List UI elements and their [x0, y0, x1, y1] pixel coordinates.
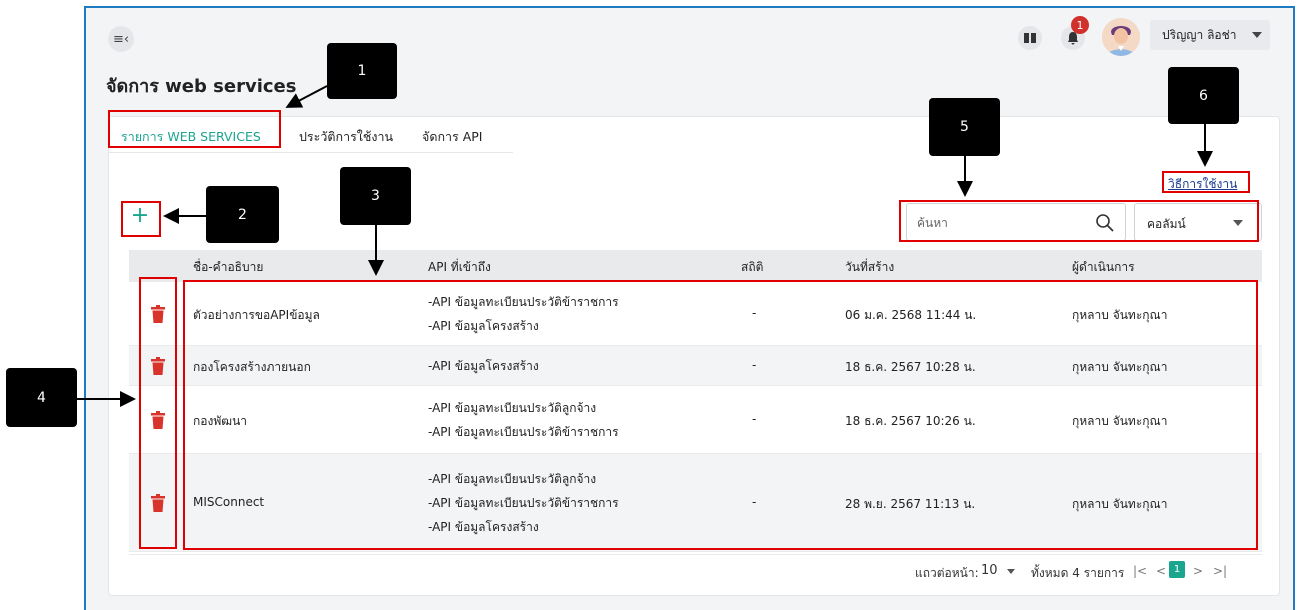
annotation-arrows [77, 85, 1213, 407]
screenshot-stage: ≡‹ 1 ปริญญา ลิอช่า จัดการ web services ร… [0, 0, 1300, 610]
arrow-1 [285, 85, 328, 108]
